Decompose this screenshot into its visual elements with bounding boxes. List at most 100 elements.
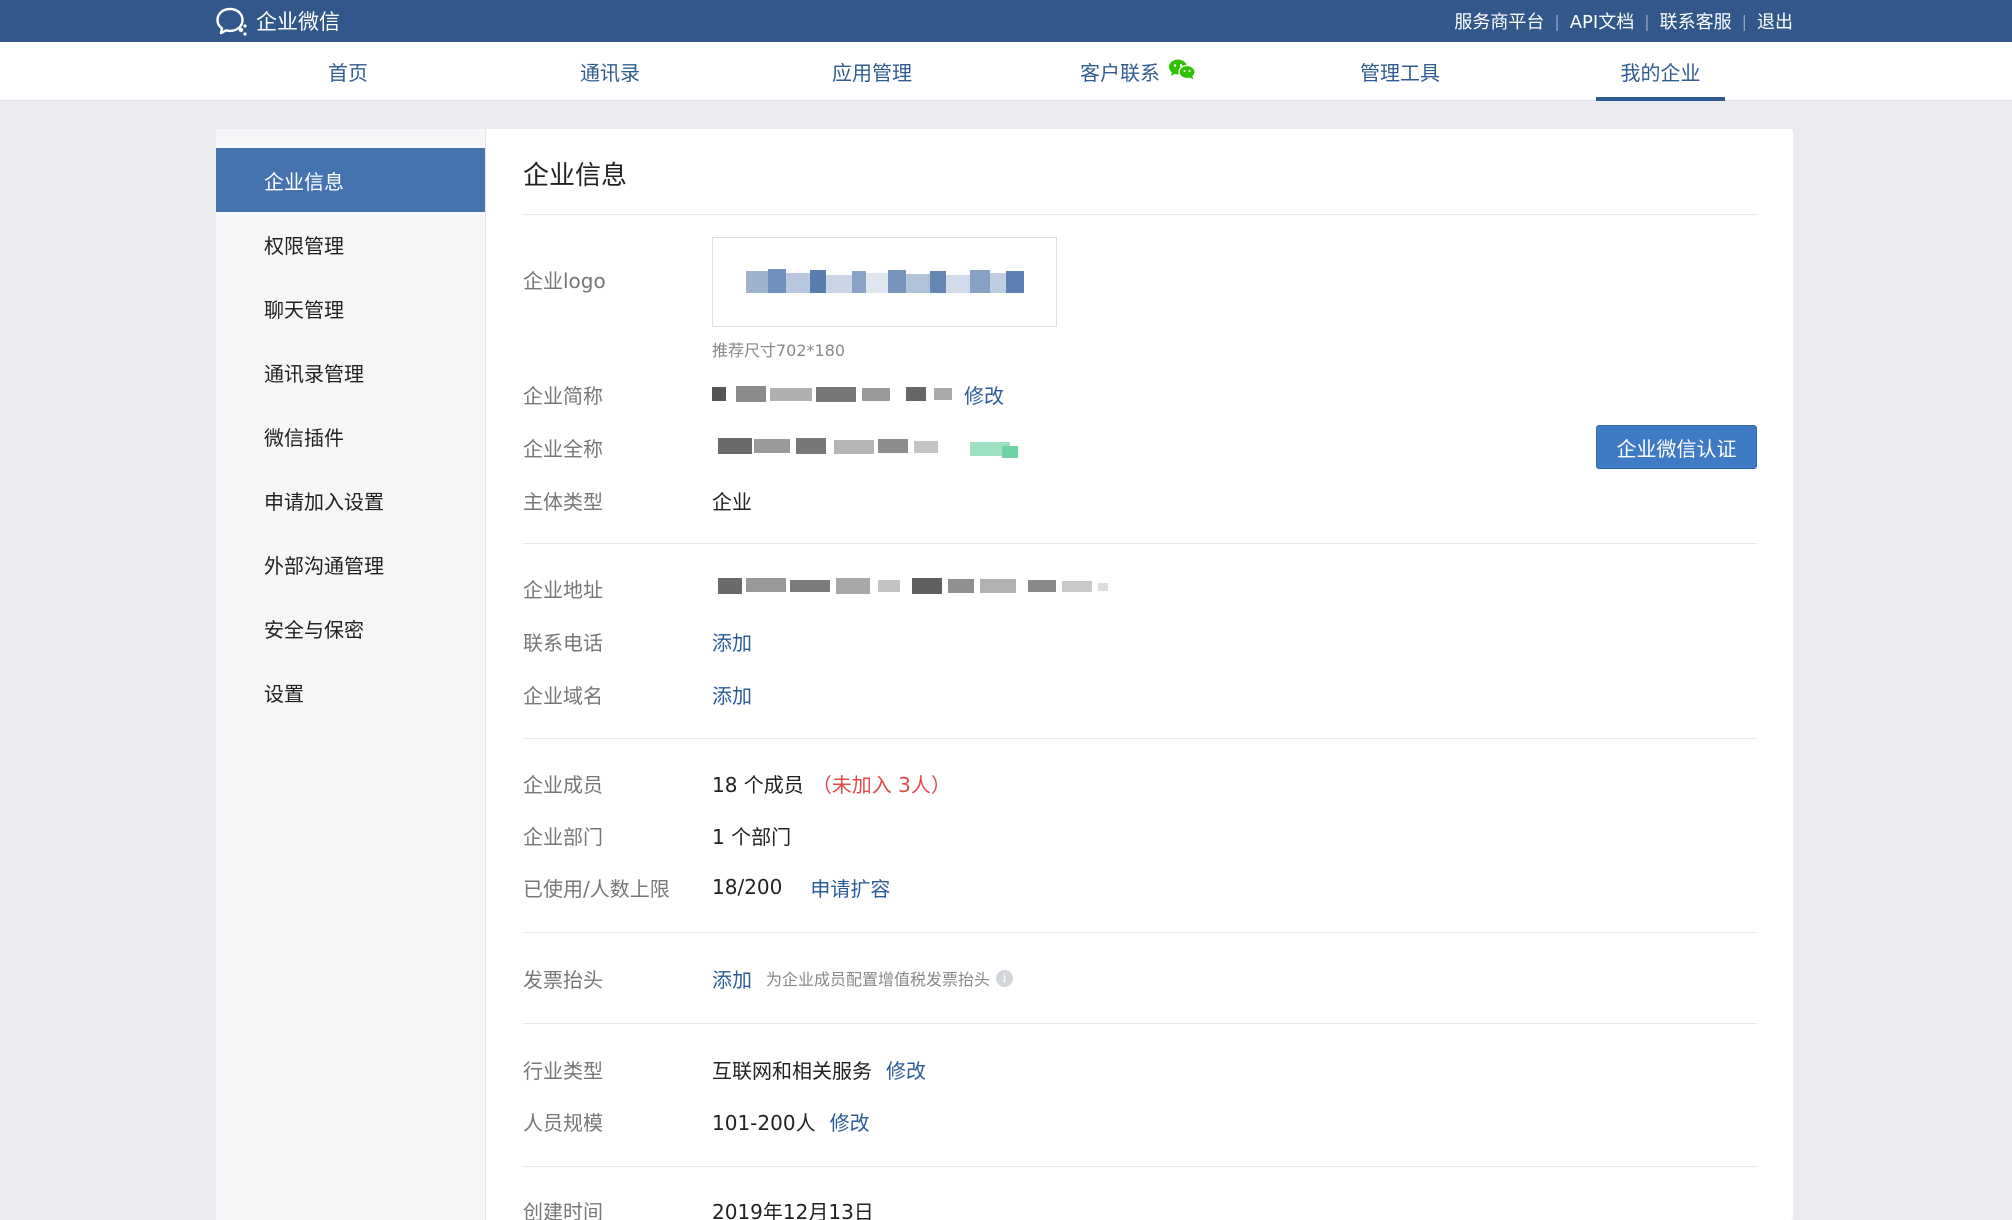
short-name-edit-link[interactable]: 修改	[964, 380, 1004, 409]
redacted-full-name-icon	[718, 438, 1018, 458]
enterprise-verification-button[interactable]: 企业微信认证	[1596, 425, 1757, 469]
created-row: 创建时间 2019年12月13日	[523, 1195, 1757, 1220]
top-links: 服务商平台 | API文档 | 联系客服 | 退出	[1454, 0, 1793, 42]
entity-type-label: 主体类型	[523, 489, 603, 514]
section-divider	[523, 543, 1757, 544]
sidebar-item-enterprise-info[interactable]: 企业信息	[216, 148, 485, 212]
nav-label: 客户联系	[1080, 61, 1160, 85]
sidebar-item-label: 通讯录管理	[264, 361, 364, 386]
sidebar-item-external-communication[interactable]: 外部沟通管理	[216, 532, 485, 596]
logo-size-hint: 推荐尺寸702*180	[712, 341, 846, 360]
members-label: 企业成员	[523, 772, 603, 797]
top-bar: 企业微信 服务商平台 | API文档 | 联系客服 | 退出	[0, 0, 2012, 42]
entity-type-value: 企业	[712, 489, 752, 514]
wechat-icon	[1168, 58, 1196, 85]
nav-contacts[interactable]: 通讯录	[569, 42, 651, 101]
sidebar-item-label: 设置	[264, 681, 304, 706]
section-divider	[523, 932, 1757, 933]
sidebar-item-permissions[interactable]: 权限管理	[216, 212, 485, 276]
created-label: 创建时间	[523, 1199, 603, 1220]
sidebar-item-join-settings[interactable]: 申请加入设置	[216, 468, 485, 532]
toplink-contact-support[interactable]: 联系客服	[1660, 8, 1732, 34]
industry-value: 互联网和相关服务	[712, 1058, 872, 1083]
phone-row: 联系电话 添加	[523, 626, 1757, 656]
nav-label: 管理工具	[1360, 61, 1440, 85]
sidebar: 企业信息 权限管理 聊天管理 通讯录管理 微信插件 申请加入设置 外部沟通管理 …	[216, 129, 486, 1220]
redacted-address-icon	[718, 577, 1108, 594]
full-name-row: 企业全称 企业微信认证	[523, 425, 1757, 469]
nav-admin-tools[interactable]: 管理工具	[1352, 42, 1448, 101]
quota-row: 已使用/人数上限 18/200 申请扩容	[523, 872, 1757, 902]
sidebar-item-wechat-plugin[interactable]: 微信插件	[216, 404, 485, 468]
page-title: 企业信息	[523, 129, 1757, 215]
toplink-api-docs[interactable]: API文档	[1570, 8, 1634, 34]
sidebar-item-chat-management[interactable]: 聊天管理	[216, 276, 485, 340]
sidebar-item-label: 安全与保密	[264, 617, 364, 642]
scale-row: 人员规模 101-200人 修改	[523, 1106, 1757, 1136]
scale-label: 人员规模	[523, 1110, 603, 1135]
short-name-label: 企业简称	[523, 383, 603, 408]
domain-row: 企业域名 添加	[523, 679, 1757, 709]
nav-label: 首页	[328, 61, 368, 85]
entity-type-row: 主体类型 企业	[523, 485, 1757, 515]
phone-add-link[interactable]: 添加	[712, 627, 752, 656]
phone-label: 联系电话	[523, 630, 603, 655]
toplink-separator: |	[1644, 11, 1650, 31]
domain-label: 企业域名	[523, 683, 603, 708]
sidebar-item-label: 申请加入设置	[264, 489, 384, 514]
departments-value: 1 个部门	[712, 824, 792, 849]
scale-value: 101-200人	[712, 1110, 816, 1135]
wecom-logo-icon	[216, 6, 248, 36]
address-label: 企业地址	[523, 577, 603, 602]
brand[interactable]: 企业微信	[216, 5, 340, 37]
industry-row: 行业类型 互联网和相关服务 修改	[523, 1054, 1757, 1084]
toplink-separator: |	[1554, 11, 1560, 31]
sidebar-item-settings[interactable]: 设置	[216, 660, 485, 724]
nav-customer-contact[interactable]: 客户联系	[1075, 42, 1201, 101]
domain-add-link[interactable]: 添加	[712, 680, 752, 709]
sidebar-item-label: 企业信息	[264, 169, 344, 194]
nav-home[interactable]: 首页	[310, 42, 386, 101]
full-name-label: 企业全称	[523, 436, 603, 461]
members-value: 18 个成员	[712, 772, 804, 797]
redacted-short-name-icon	[712, 386, 952, 402]
sidebar-item-contacts-management[interactable]: 通讯录管理	[216, 340, 485, 404]
industry-edit-link[interactable]: 修改	[886, 1055, 926, 1084]
sidebar-item-label: 聊天管理	[264, 297, 344, 322]
members-unjoined: （未加入 3人）	[811, 772, 951, 797]
info-icon[interactable]: i	[996, 969, 1014, 987]
departments-label: 企业部门	[523, 824, 603, 849]
short-name-row: 企业简称 修改	[523, 379, 1757, 409]
invoice-hint: 为企业成员配置增值税发票抬头	[766, 970, 991, 989]
apply-expansion-link[interactable]: 申请扩容	[810, 873, 890, 902]
quota-value: 18/200	[712, 875, 783, 899]
logo-label: 企业logo	[523, 269, 606, 293]
nav-app-management[interactable]: 应用管理	[824, 42, 920, 101]
sidebar-item-label: 外部沟通管理	[264, 553, 384, 578]
toplink-provider-platform[interactable]: 服务商平台	[1454, 8, 1544, 34]
brand-name: 企业微信	[256, 10, 340, 34]
sidebar-item-security[interactable]: 安全与保密	[216, 596, 485, 660]
invoice-row: 发票抬头 添加 为企业成员配置增值税发票抬头 i	[523, 963, 1757, 993]
main-nav: 首页 通讯录 应用管理 客户联系 管理工具 我的企业	[0, 42, 2012, 101]
sidebar-item-label: 微信插件	[264, 425, 344, 450]
nav-my-enterprise[interactable]: 我的企业	[1596, 42, 1725, 101]
enterprise-info-content: 企业信息 企业logo 推荐尺寸702*180 企业简称 修改 企业全称 企业微…	[523, 129, 1757, 1220]
scale-edit-link[interactable]: 修改	[830, 1107, 870, 1136]
members-row: 企业成员 18 个成员 （未加入 3人）	[523, 768, 1757, 798]
address-row: 企业地址	[523, 573, 1757, 603]
invoice-add-link[interactable]: 添加	[712, 964, 752, 993]
invoice-label: 发票抬头	[523, 967, 603, 992]
industry-label: 行业类型	[523, 1058, 603, 1083]
section-divider	[523, 738, 1757, 739]
redacted-logo-icon	[745, 269, 1024, 293]
quota-label: 已使用/人数上限	[523, 876, 670, 901]
section-divider	[523, 1023, 1757, 1024]
toplink-separator: |	[1741, 11, 1747, 31]
nav-label: 通讯录	[580, 61, 640, 85]
nav-label: 我的企业	[1620, 61, 1701, 85]
logo-upload-box[interactable]	[712, 237, 1057, 327]
nav-label: 应用管理	[832, 61, 912, 85]
toplink-logout[interactable]: 退出	[1757, 8, 1793, 34]
created-value: 2019年12月13日	[712, 1199, 874, 1220]
